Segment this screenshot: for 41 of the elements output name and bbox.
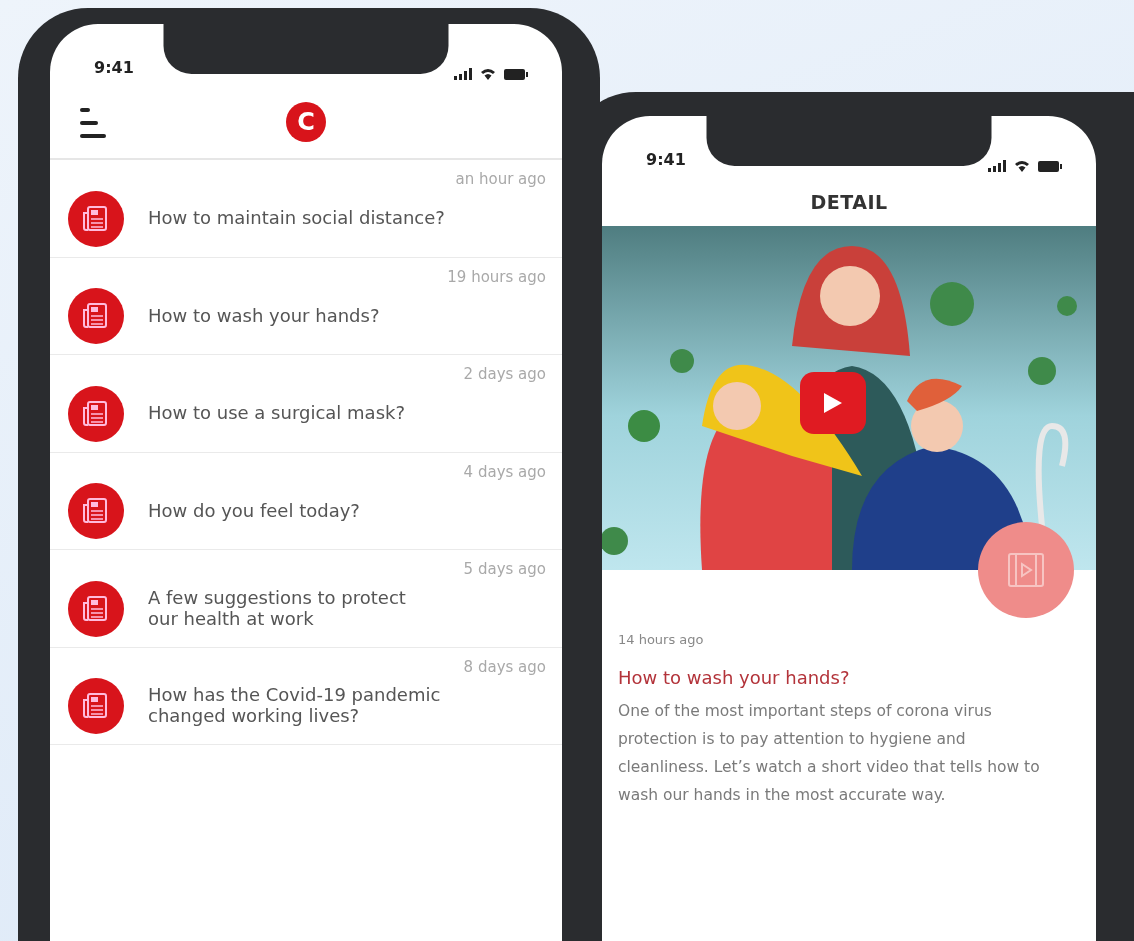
article-title: How to wash your hands? bbox=[618, 665, 851, 690]
list-item[interactable]: 19 hours ago How to wash your hands? bbox=[50, 257, 562, 355]
newspaper-icon bbox=[68, 483, 124, 539]
newspaper-icon bbox=[68, 288, 124, 344]
item-time: an hour ago bbox=[454, 169, 546, 190]
item-time: 8 days ago bbox=[462, 656, 546, 678]
wifi-icon bbox=[480, 68, 496, 80]
list-item[interactable]: 5 days ago A few suggestions to protect our health at work bbox=[50, 550, 562, 648]
item-time: 5 days ago bbox=[462, 559, 546, 580]
signal-icon bbox=[454, 68, 472, 80]
article-body: One of the most important steps of corona virus protection is to pay attention to hygiene and cleanliness. Let’s watch a short video that tells how to wash our hands in the most accurate way. bbox=[618, 700, 1041, 806]
item-title: A few suggestions to protect our health at work bbox=[148, 587, 406, 630]
battery-icon bbox=[1038, 160, 1062, 172]
film-icon bbox=[1008, 553, 1044, 587]
status-time: 9:41 bbox=[646, 149, 686, 171]
play-button[interactable] bbox=[800, 372, 866, 434]
item-title: How has the Covid-19 pandemic changed working lives? bbox=[148, 685, 441, 727]
signal-icon bbox=[988, 160, 1006, 172]
item-time: 4 days ago bbox=[462, 461, 546, 483]
item-time: 2 days ago bbox=[462, 364, 546, 385]
newspaper-icon bbox=[68, 580, 124, 637]
logo: C bbox=[286, 102, 326, 142]
status-time: 9:41 bbox=[94, 57, 134, 79]
menu-icon[interactable] bbox=[80, 106, 106, 140]
wifi-icon bbox=[1014, 160, 1030, 172]
screen-title: DETAIL bbox=[809, 189, 889, 215]
item-time: 19 hours ago bbox=[446, 266, 546, 288]
newspaper-icon bbox=[68, 190, 124, 247]
item-title: How to wash your hands? bbox=[148, 305, 380, 327]
list-item[interactable]: 2 days ago How to use a surgical mask? bbox=[50, 355, 562, 453]
newspaper-icon bbox=[68, 678, 124, 734]
list-item[interactable]: an hour ago How to maintain social distance? bbox=[50, 160, 562, 258]
item-title: How do you feel today? bbox=[148, 500, 360, 522]
item-title: How to use a surgical mask? bbox=[148, 403, 405, 424]
item-title: How to maintain social distance? bbox=[148, 208, 445, 229]
battery-icon bbox=[504, 68, 528, 80]
list-item[interactable]: 8 days ago How has the Covid-19 pandemic changed working lives? bbox=[50, 647, 562, 745]
article-time: 14 hours ago bbox=[618, 631, 705, 649]
list-item[interactable]: 4 days ago How do you feel today? bbox=[50, 452, 562, 550]
newspaper-icon bbox=[68, 385, 124, 442]
play-icon bbox=[822, 391, 844, 415]
